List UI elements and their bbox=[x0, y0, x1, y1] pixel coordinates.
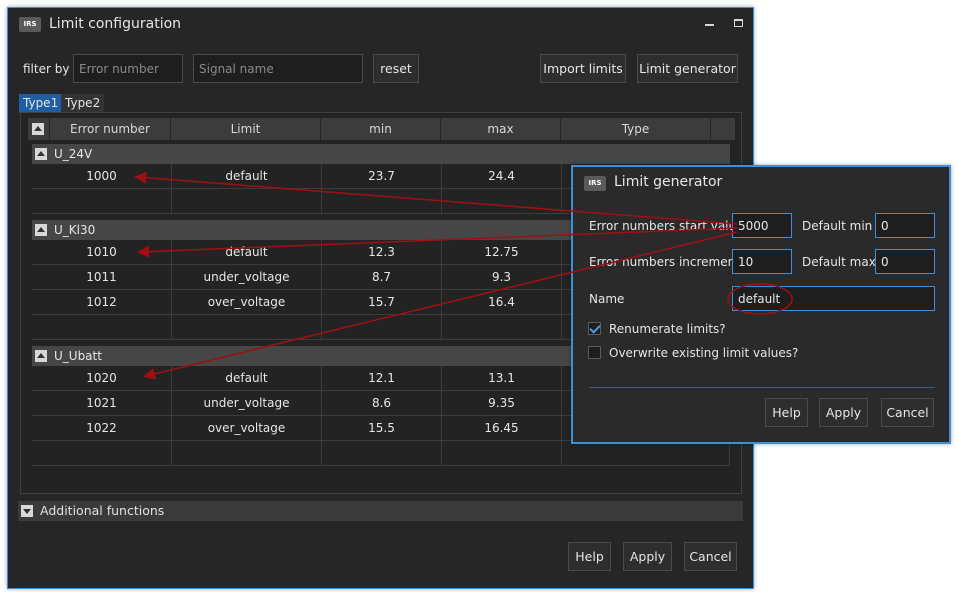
cell-empty[interactable] bbox=[442, 315, 562, 340]
overwrite-label[interactable]: Overwrite existing limit values? bbox=[609, 346, 798, 360]
expand-icon[interactable] bbox=[21, 505, 33, 517]
cell-empty[interactable] bbox=[442, 441, 562, 466]
cell-empty[interactable] bbox=[172, 441, 322, 466]
cell-min[interactable]: 8.7 bbox=[322, 265, 442, 290]
cell-min[interactable]: 8.6 bbox=[322, 391, 442, 416]
dialog-divider bbox=[589, 387, 935, 388]
increment-input[interactable] bbox=[732, 249, 792, 274]
overwrite-checkbox[interactable] bbox=[588, 346, 601, 359]
dialog-title: Limit generator bbox=[614, 174, 723, 190]
cell-empty[interactable] bbox=[562, 441, 730, 466]
default-min-label: Default min bbox=[802, 219, 873, 233]
group-name: U_24V bbox=[54, 147, 93, 161]
default-min-input[interactable] bbox=[875, 213, 935, 238]
cell-max[interactable]: 9.35 bbox=[442, 391, 562, 416]
filter-label: filter by bbox=[23, 62, 70, 76]
tab-type1[interactable]: Type1 bbox=[19, 94, 63, 113]
cell-empty[interactable] bbox=[442, 189, 562, 214]
group-header-u24v[interactable]: U_24V bbox=[32, 144, 730, 164]
column-header-max[interactable]: max bbox=[441, 118, 561, 140]
collapse-group-icon[interactable] bbox=[35, 148, 47, 160]
cancel-button[interactable]: Cancel bbox=[684, 542, 737, 571]
window-title: Limit configuration bbox=[49, 16, 182, 32]
help-button[interactable]: Help bbox=[568, 542, 611, 571]
column-header-spacer bbox=[711, 118, 735, 140]
cell-max[interactable]: 16.4 bbox=[442, 290, 562, 315]
cell-limit[interactable]: under_voltage bbox=[172, 265, 322, 290]
increment-label: Error numbers increment bbox=[589, 255, 740, 269]
additional-functions-bar[interactable]: Additional functions bbox=[18, 501, 743, 521]
apply-button[interactable]: Apply bbox=[623, 542, 672, 571]
irs-logo-icon: IRS bbox=[584, 176, 606, 191]
cell-error-number[interactable]: 1021 bbox=[32, 391, 172, 416]
collapse-all-cell[interactable] bbox=[28, 118, 50, 140]
cell-error-number[interactable]: 1020 bbox=[32, 366, 172, 391]
cell-limit[interactable]: over_voltage bbox=[172, 290, 322, 315]
cell-min[interactable]: 12.1 bbox=[322, 366, 442, 391]
group-name: U_Kl30 bbox=[54, 223, 96, 237]
cell-min[interactable]: 15.7 bbox=[322, 290, 442, 315]
cell-limit[interactable]: default bbox=[172, 240, 322, 265]
cell-max[interactable]: 9.3 bbox=[442, 265, 562, 290]
cell-error-number[interactable]: 1000 bbox=[32, 164, 172, 189]
name-label: Name bbox=[589, 292, 625, 306]
cell-min[interactable]: 15.5 bbox=[322, 416, 442, 441]
default-max-label: Default max bbox=[802, 255, 876, 269]
tab-type2[interactable]: Type2 bbox=[61, 94, 105, 113]
cell-empty[interactable] bbox=[322, 189, 442, 214]
cell-limit[interactable]: over_voltage bbox=[172, 416, 322, 441]
column-header-limit[interactable]: Limit bbox=[171, 118, 321, 140]
cell-min[interactable]: 23.7 bbox=[322, 164, 442, 189]
column-header-type[interactable]: Type bbox=[561, 118, 711, 140]
column-header-error-number[interactable]: Error number bbox=[50, 118, 171, 140]
reset-button[interactable]: reset bbox=[373, 54, 419, 83]
cell-limit[interactable]: under_voltage bbox=[172, 391, 322, 416]
cell-min[interactable]: 12.3 bbox=[322, 240, 442, 265]
cell-error-number[interactable]: 1010 bbox=[32, 240, 172, 265]
limit-generator-dialog: IRS Limit generator Error numbers start … bbox=[571, 165, 951, 444]
additional-functions-label: Additional functions bbox=[40, 503, 165, 518]
group-name: U_Ubatt bbox=[54, 349, 102, 363]
import-limits-button[interactable]: Import limits bbox=[540, 54, 626, 83]
start-value-label: Error numbers start value bbox=[589, 219, 744, 233]
start-value-input[interactable] bbox=[732, 213, 792, 238]
dialog-help-button[interactable]: Help bbox=[765, 398, 808, 427]
cell-empty[interactable] bbox=[32, 441, 172, 466]
collapse-group-icon[interactable] bbox=[35, 350, 47, 362]
dialog-apply-button[interactable]: Apply bbox=[819, 398, 868, 427]
cell-empty[interactable] bbox=[32, 189, 172, 214]
cell-empty[interactable] bbox=[322, 441, 442, 466]
collapse-all-icon[interactable] bbox=[32, 123, 44, 135]
collapse-group-icon[interactable] bbox=[35, 224, 47, 236]
column-header-min[interactable]: min bbox=[321, 118, 441, 140]
default-max-input[interactable] bbox=[875, 249, 935, 274]
renumerate-label[interactable]: Renumerate limits? bbox=[609, 322, 726, 336]
cell-limit[interactable]: default bbox=[172, 366, 322, 391]
error-number-filter-input[interactable] bbox=[73, 54, 183, 83]
cell-max[interactable]: 24.4 bbox=[442, 164, 562, 189]
minimize-icon[interactable] bbox=[705, 24, 714, 26]
name-input[interactable] bbox=[732, 286, 935, 311]
cell-empty[interactable] bbox=[172, 315, 322, 340]
signal-name-filter-input[interactable] bbox=[193, 54, 363, 83]
dialog-cancel-button[interactable]: Cancel bbox=[881, 398, 934, 427]
maximize-icon[interactable] bbox=[734, 19, 743, 27]
cell-limit[interactable]: default bbox=[172, 164, 322, 189]
cell-error-number[interactable]: 1012 bbox=[32, 290, 172, 315]
cell-empty[interactable] bbox=[322, 315, 442, 340]
cell-error-number[interactable]: 1022 bbox=[32, 416, 172, 441]
renumerate-checkbox[interactable] bbox=[588, 322, 601, 335]
cell-max[interactable]: 13.1 bbox=[442, 366, 562, 391]
title-bar[interactable]: IRS Limit configuration bbox=[8, 8, 753, 38]
limit-generator-button[interactable]: Limit generator bbox=[637, 54, 738, 83]
cell-error-number[interactable]: 1011 bbox=[32, 265, 172, 290]
cell-empty[interactable] bbox=[172, 189, 322, 214]
cell-empty[interactable] bbox=[32, 315, 172, 340]
cell-max[interactable]: 12.75 bbox=[442, 240, 562, 265]
irs-logo-icon: IRS bbox=[19, 17, 41, 32]
cell-max[interactable]: 16.45 bbox=[442, 416, 562, 441]
